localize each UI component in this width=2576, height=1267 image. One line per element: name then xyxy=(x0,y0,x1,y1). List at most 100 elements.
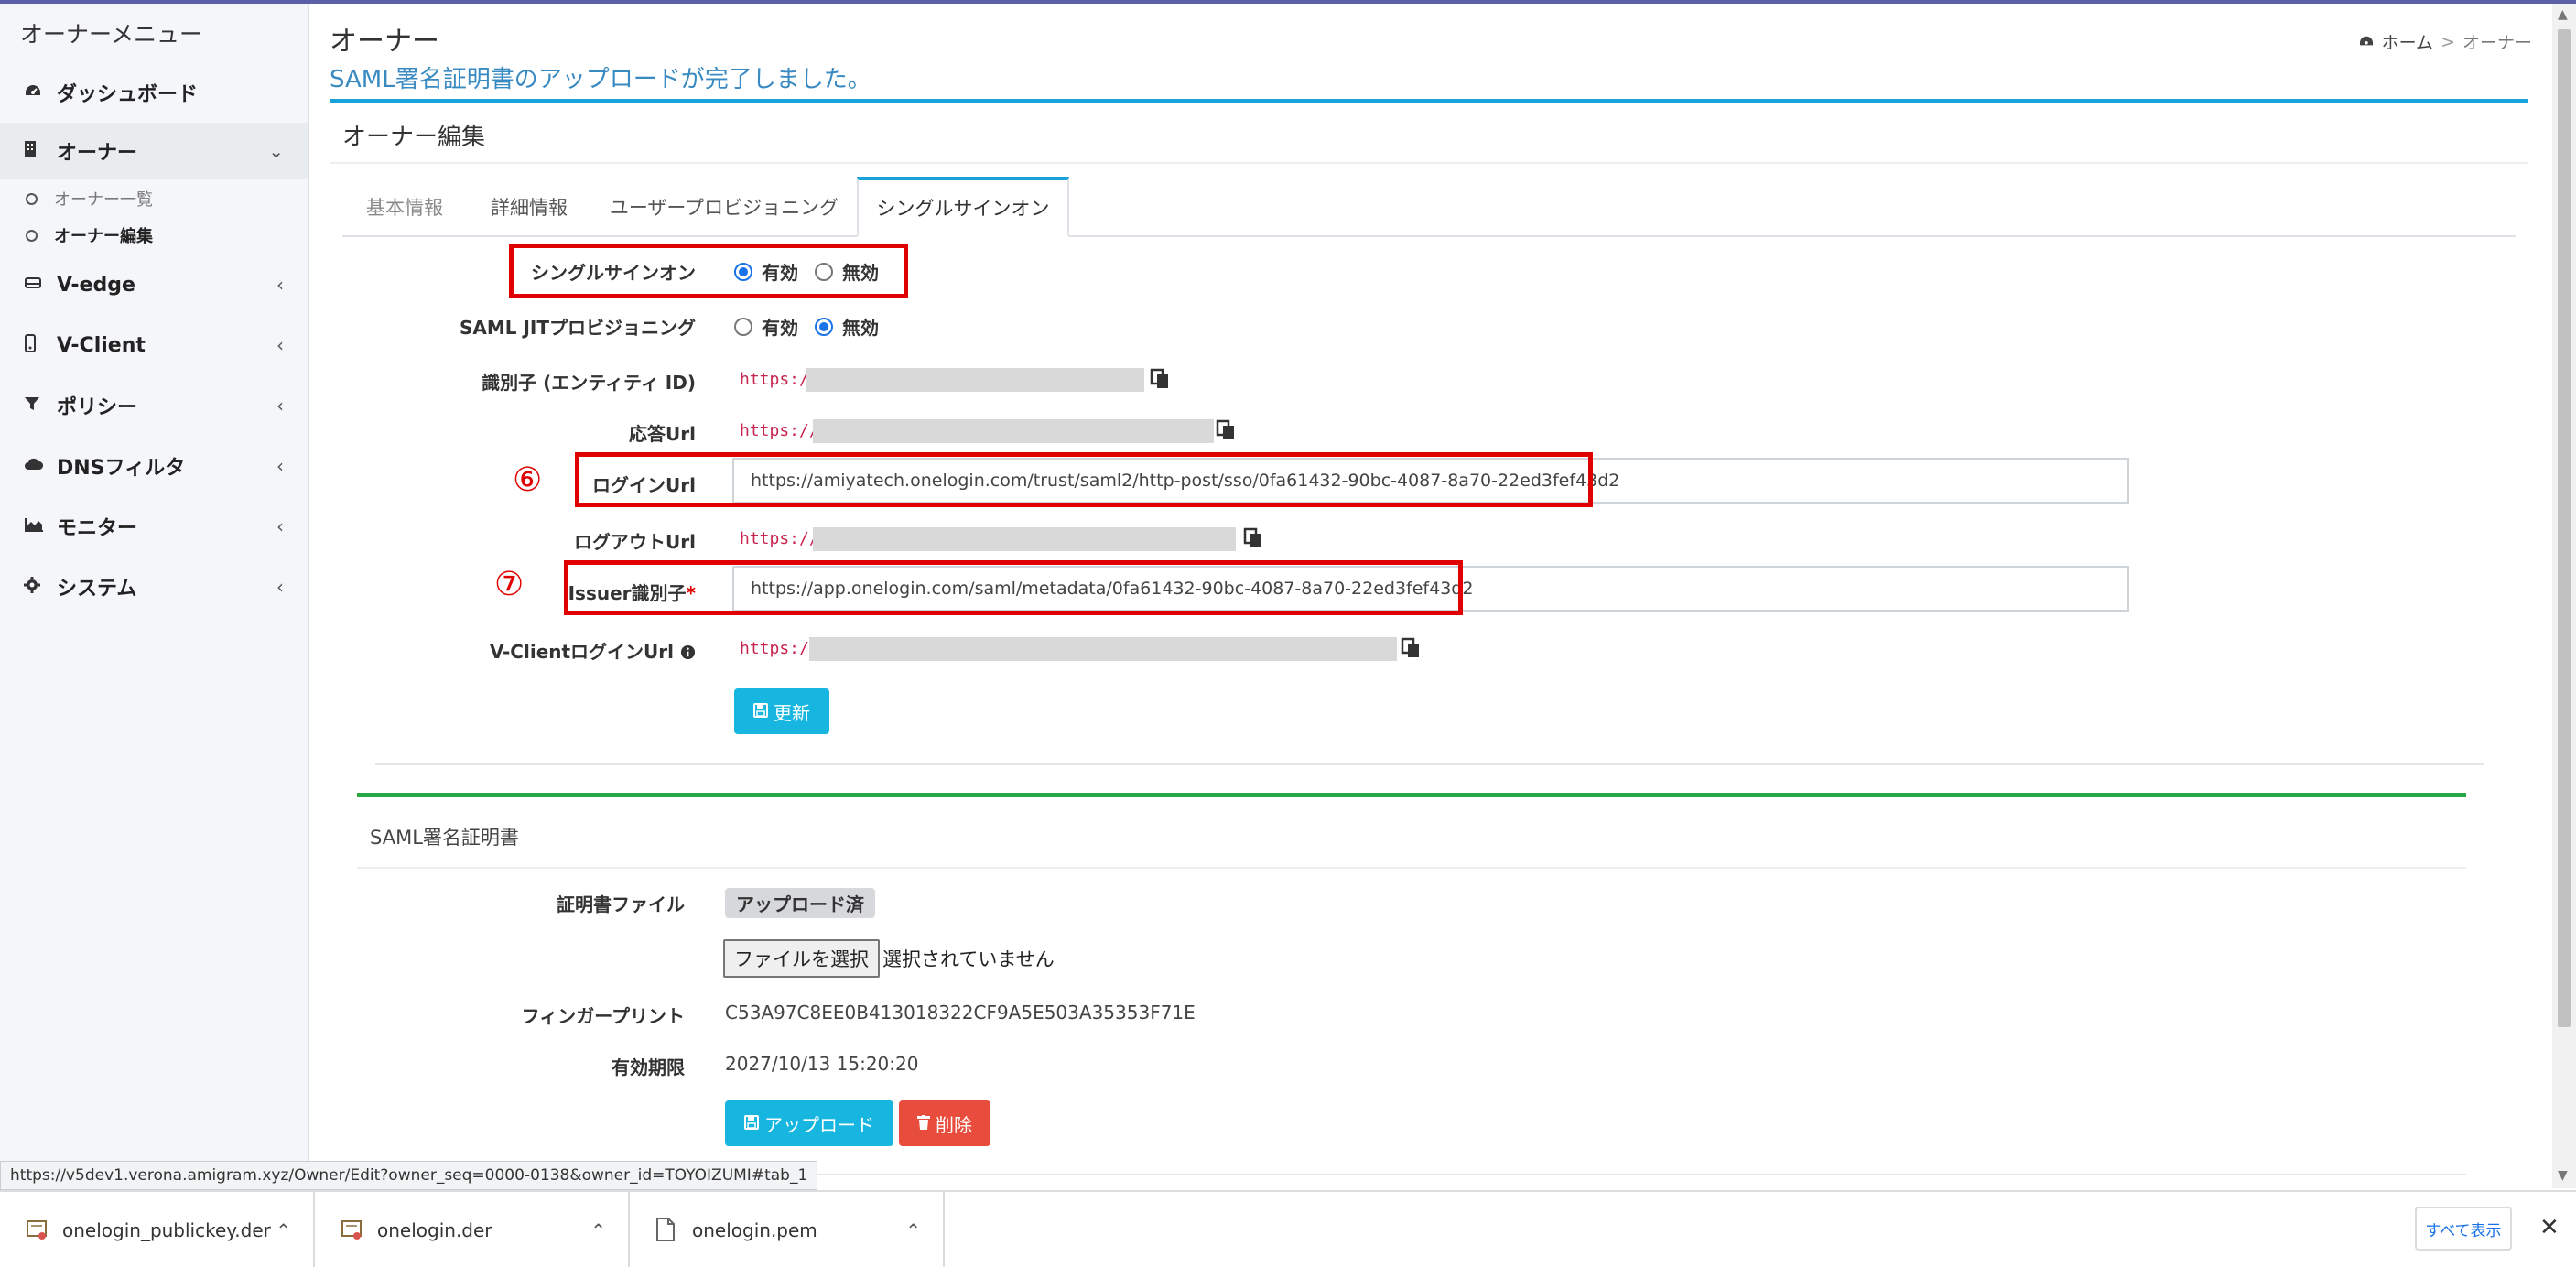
section-divider xyxy=(375,763,2484,765)
sidebar-item-monitor[interactable]: モニター ‹ xyxy=(0,498,308,555)
sso-disabled-radio[interactable]: 無効 xyxy=(815,258,879,285)
sso-radio-group: 有効 無効 xyxy=(734,258,895,285)
issuer-label: Issuer識別子* xyxy=(513,579,696,605)
download-item[interactable]: onelogin_publickey.der ⌃ xyxy=(0,1192,315,1267)
chevron-left-icon: ‹ xyxy=(276,274,284,296)
jit-enabled-radio[interactable]: 有効 xyxy=(734,313,798,340)
scroll-down-arrow-icon[interactable]: ▼ xyxy=(2558,1168,2568,1183)
sidebar-item-v-edge[interactable]: V-edge ‹ xyxy=(0,256,308,313)
breadcrumb: ホーム > オーナー xyxy=(2358,29,2532,54)
vclient-login-url-label: V-ClientログインUrl xyxy=(403,637,696,664)
sso-label: シングルサインオン xyxy=(531,262,696,284)
chevron-down-icon: ⌄ xyxy=(268,140,284,162)
chevron-left-icon: ‹ xyxy=(276,515,284,537)
download-filename: onelogin_publickey.der xyxy=(62,1219,271,1241)
button-label: アップロード xyxy=(764,1113,874,1136)
scroll-up-arrow-icon[interactable]: ▲ xyxy=(2558,7,2568,22)
delete-button[interactable]: 削除 xyxy=(899,1100,990,1146)
scrollbar-thumb[interactable] xyxy=(2558,29,2571,1027)
expiry-value: 2027/10/13 15:20:20 xyxy=(725,1053,919,1075)
jit-radio-group: 有効 無効 xyxy=(734,313,895,340)
sidebar-item-dashboard[interactable]: ダッシュボード xyxy=(0,64,308,121)
highlight-box-issuer xyxy=(564,560,1463,615)
sidebar-item-owner[interactable]: オーナー ⌄ xyxy=(0,123,308,179)
download-item[interactable]: onelogin.der ⌃ xyxy=(315,1192,630,1267)
sidebar-item-dns-filter[interactable]: DNSフィルタ ‹ xyxy=(0,438,308,494)
redacted-mask xyxy=(813,419,1214,443)
tab-single-sign-on[interactable]: シングルサインオン xyxy=(857,177,1069,237)
cert-file-label: 証明書ファイル xyxy=(557,893,685,915)
radio-label: 有効 xyxy=(762,317,798,339)
sidebar-item-label: ポリシー xyxy=(57,396,138,419)
page-title: オーナー xyxy=(330,26,439,58)
choose-file-button[interactable]: ファイルを選択 xyxy=(723,939,880,978)
redacted-mask xyxy=(809,637,1397,661)
sso-enabled-radio[interactable]: 有効 xyxy=(734,258,798,285)
cloud-icon xyxy=(24,457,49,476)
sidebar-item-label: モニター xyxy=(57,517,138,540)
sidebar-item-v-client[interactable]: V-Client ‹ xyxy=(0,317,308,374)
close-icon[interactable]: ✕ xyxy=(2539,1214,2560,1241)
tab-user-provisioning[interactable]: ユーザープロビジョニング xyxy=(591,177,857,237)
chevron-up-icon[interactable]: ⌃ xyxy=(905,1219,921,1241)
sidebar: オーナーメニュー ダッシュボード オーナー ⌄ オーナー一覧 オーナー編集 V-… xyxy=(0,4,309,1166)
copy-icon[interactable] xyxy=(1243,527,1263,549)
tab-bar: 基本情報 詳細情報 ユーザープロビジョニング シングルサインオン xyxy=(342,177,2516,237)
sidebar-item-policy[interactable]: ポリシー ‹ xyxy=(0,377,308,434)
circle-icon xyxy=(26,229,38,242)
chevron-left-icon: ‹ xyxy=(276,576,284,598)
sidebar-item-label: V-edge xyxy=(57,273,135,297)
sidebar-item-system[interactable]: システム ‹ xyxy=(0,558,308,615)
success-message: SAML署名証明書のアップロードが完了しました。 xyxy=(330,66,871,93)
sidebar-title: オーナーメニュー xyxy=(20,21,203,48)
chevron-up-icon[interactable]: ⌃ xyxy=(276,1219,291,1241)
radio-label: 無効 xyxy=(842,317,879,339)
chevron-up-icon[interactable]: ⌃ xyxy=(590,1219,606,1241)
page-scrollbar[interactable]: ▲ ▼ xyxy=(2552,4,2576,1188)
status-bar-url: https://v5dev1.verona.amigram.xyz/Owner/… xyxy=(0,1161,818,1190)
window-top-border xyxy=(0,0,2576,4)
update-button[interactable]: 更新 xyxy=(734,688,829,734)
info-circle-icon[interactable] xyxy=(680,641,696,663)
saml-cert-card: SAML署名証明書 xyxy=(357,793,2466,1177)
radio-unchecked-icon xyxy=(734,317,752,336)
copy-icon[interactable] xyxy=(1401,637,1421,659)
download-filename: onelogin.der xyxy=(377,1219,492,1241)
radio-label: 有効 xyxy=(762,262,798,284)
building-icon xyxy=(24,140,49,163)
download-item[interactable]: onelogin.pem ⌃ xyxy=(630,1192,945,1267)
copy-icon[interactable] xyxy=(1150,368,1170,390)
cert-section-title: SAML署名証明書 xyxy=(370,827,519,849)
sidebar-item-label: ダッシュボード xyxy=(57,83,199,106)
sidebar-subitem-label: オーナー編集 xyxy=(54,227,153,246)
breadcrumb-current: オーナー xyxy=(2462,33,2532,53)
tab-basic-info[interactable]: 基本情報 xyxy=(342,177,467,237)
breadcrumb-home[interactable]: ホーム xyxy=(2382,29,2433,54)
show-all-downloads-button[interactable]: すべて表示 xyxy=(2415,1207,2512,1251)
copy-icon[interactable] xyxy=(1216,419,1236,441)
sidebar-subitem-label: オーナー一覧 xyxy=(54,190,153,210)
radio-unchecked-icon xyxy=(815,262,833,281)
no-file-selected-text: 選択されていません xyxy=(882,948,1055,970)
issuer-label-text: Issuer識別子 xyxy=(568,582,687,604)
highlight-box-login-url xyxy=(575,452,1593,507)
sidebar-item-label: システム xyxy=(57,578,137,601)
sidebar-subitem-owner-edit[interactable]: オーナー編集 xyxy=(26,223,153,247)
fingerprint-label: フィンガープリント xyxy=(521,1005,685,1027)
hdd-icon xyxy=(24,276,49,295)
upload-button[interactable]: アップロード xyxy=(725,1100,893,1146)
entity-id-value: https:/ xyxy=(740,370,809,389)
chevron-left-icon: ‹ xyxy=(276,455,284,477)
cert-header-divider xyxy=(357,867,2466,869)
save-icon xyxy=(753,700,768,722)
chevron-left-icon: ‹ xyxy=(276,395,284,417)
redacted-mask xyxy=(813,527,1236,551)
sidebar-item-label: オーナー xyxy=(57,142,138,165)
circle-icon xyxy=(26,192,38,205)
sidebar-subitem-owner-list[interactable]: オーナー一覧 xyxy=(26,187,153,211)
sidebar-item-label: V-Client xyxy=(57,333,146,357)
tab-detail-info[interactable]: 詳細情報 xyxy=(467,177,591,237)
required-marker: * xyxy=(686,582,696,604)
card-header: オーナー編集 xyxy=(330,103,2528,164)
jit-disabled-radio[interactable]: 無効 xyxy=(815,313,879,340)
